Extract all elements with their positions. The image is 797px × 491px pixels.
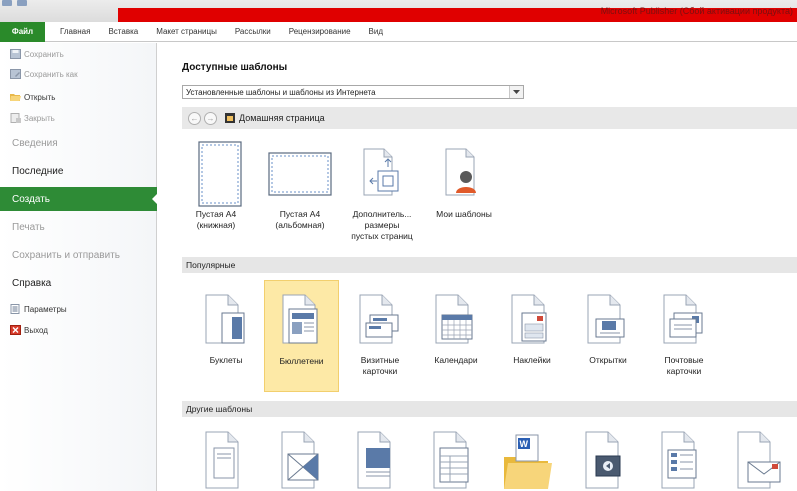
window-title: Microsoft Publisher (Сбой активации прод… [600, 6, 793, 16]
tile-label: Календари [434, 355, 478, 365]
template-booklets[interactable]: Буклеты [188, 281, 264, 391]
nav-save-as[interactable]: Сохранить как [10, 67, 78, 81]
tile-label: Почтовые карточки [664, 355, 704, 376]
template-labels[interactable]: Наклейки [494, 281, 570, 391]
template-postcards[interactable]: Почтовые карточки [646, 281, 722, 391]
nav-save-send[interactable]: Сохранить и отправить [0, 243, 157, 267]
tile-label: Буклеты [209, 355, 243, 365]
templates-panel: Доступные шаблоны Установленные шаблоны … [158, 43, 797, 491]
folder-open-icon [10, 94, 21, 101]
tile-label: Наклейки [513, 355, 551, 365]
app-icon[interactable] [2, 0, 12, 6]
save-icon[interactable] [17, 0, 27, 6]
home-icon[interactable] [225, 113, 235, 123]
exit-icon [10, 325, 21, 335]
other-template-envelopes-icon[interactable] [734, 428, 784, 491]
page-sizes-icon [363, 148, 399, 196]
nav-options[interactable]: Параметры [10, 302, 67, 316]
title-bar: Microsoft Publisher (Сбой активации прод… [0, 0, 797, 22]
tile-label: Визитные карточки [360, 355, 400, 376]
calendar-icon [435, 294, 473, 344]
nav-help[interactable]: Справка [0, 271, 157, 295]
template-my-templates[interactable]: Мои шаблоны [424, 141, 504, 249]
other-template-advertisements-icon[interactable] [202, 428, 248, 491]
tile-label: Пустая A4 (книжная) [195, 209, 237, 230]
tab-home[interactable]: Главная [51, 27, 99, 36]
close-doc-icon [10, 113, 21, 123]
svg-text:W: W [520, 439, 529, 449]
other-template-business-forms-icon[interactable] [430, 428, 476, 491]
nav-exit-label: Выход [24, 325, 48, 335]
nav-recent[interactable]: Последние [0, 159, 157, 183]
other-template-menus-icon[interactable] [658, 428, 704, 491]
save-as-icon [10, 69, 21, 79]
tile-label: Бюллетени [279, 356, 324, 366]
ribbon-tabs: Файл Главная Вставка Макет страницы Расс… [0, 21, 797, 42]
back-arrow-icon[interactable]: ← [188, 111, 201, 125]
template-blank-a4-landscape[interactable]: Пустая A4 (альбомная) [260, 141, 340, 249]
blank-portrait-thumbnail [198, 141, 242, 207]
other-template-email-icon[interactable] [582, 428, 628, 491]
newsletter-icon [282, 294, 318, 344]
nav-save-as-label: Сохранить как [24, 69, 78, 79]
blank-landscape-thumbnail [268, 152, 332, 196]
home-link[interactable]: Домашняя страница [239, 113, 325, 123]
other-template-banners-icon[interactable] [354, 428, 400, 491]
nav-save-label: Сохранить [24, 49, 64, 59]
my-templates-icon [445, 148, 476, 196]
nav-options-label: Параметры [24, 304, 67, 314]
forward-arrow-icon[interactable]: → [204, 111, 217, 125]
tab-file[interactable]: Файл [0, 21, 45, 42]
nav-print[interactable]: Печать [0, 215, 157, 239]
postcard-icon [663, 294, 703, 344]
nav-save[interactable]: Сохранить [10, 47, 64, 61]
nav-close-label: Закрыть [24, 113, 55, 123]
booklet-icon [205, 294, 245, 344]
nav-open-label: Открыть [24, 92, 56, 102]
tile-label: Мои шаблоны [436, 209, 492, 219]
template-navigation-bar: ← → Домашняя страница [182, 107, 797, 129]
section-popular: Популярные [182, 257, 797, 273]
nav-close[interactable]: Закрыть [10, 111, 55, 125]
publisher-backstage: Microsoft Publisher (Сбой активации прод… [0, 0, 797, 491]
page-title: Доступные шаблоны [182, 62, 288, 73]
tab-mailings[interactable]: Рассылки [226, 27, 280, 36]
tile-label: Открытки [589, 355, 627, 365]
tab-review[interactable]: Рецензирование [280, 27, 360, 36]
backstage-nav: Сохранить Сохранить как Открыть Закрыть … [0, 43, 158, 491]
chevron-down-icon[interactable] [509, 86, 523, 98]
business-card-icon [359, 294, 399, 344]
nav-info[interactable]: Сведения [0, 131, 157, 155]
save-icon [10, 49, 21, 59]
other-template-word-import-icon[interactable]: W [502, 433, 552, 491]
tab-insert[interactable]: Вставка [99, 27, 147, 36]
nav-exit[interactable]: Выход [10, 323, 48, 337]
nav-open[interactable]: Открыть [10, 90, 56, 104]
template-blank-a4-portrait[interactable]: Пустая A4 (книжная) [184, 141, 248, 249]
options-icon [10, 304, 20, 314]
template-business-cards[interactable]: Визитные карточки [342, 281, 418, 391]
quick-access-toolbar [0, 0, 27, 12]
tile-label: Пустая A4 (альбомная) [275, 209, 325, 230]
template-calendars[interactable]: Календари [418, 281, 494, 391]
section-other-templates: Другие шаблоны [182, 401, 797, 417]
greeting-card-icon [587, 294, 625, 344]
tab-view[interactable]: Вид [360, 27, 392, 36]
tile-label: Дополнитель... размеры пустых страниц [351, 209, 413, 241]
template-source-select[interactable]: Установленные шаблоны и шаблоны из Интер… [182, 85, 524, 99]
template-newsletters[interactable]: Бюллетени [264, 280, 339, 392]
tab-page-design[interactable]: Макет страницы [147, 27, 226, 36]
template-source-value: Установленные шаблоны и шаблоны из Интер… [186, 87, 376, 97]
template-more-blank-sizes[interactable]: Дополнитель... размеры пустых страниц [344, 141, 420, 249]
label-icon [511, 294, 547, 344]
other-template-award-certificates-icon[interactable] [278, 428, 324, 491]
nav-new[interactable]: Создать [0, 187, 158, 211]
template-greeting-cards[interactable]: Открытки [570, 281, 646, 391]
